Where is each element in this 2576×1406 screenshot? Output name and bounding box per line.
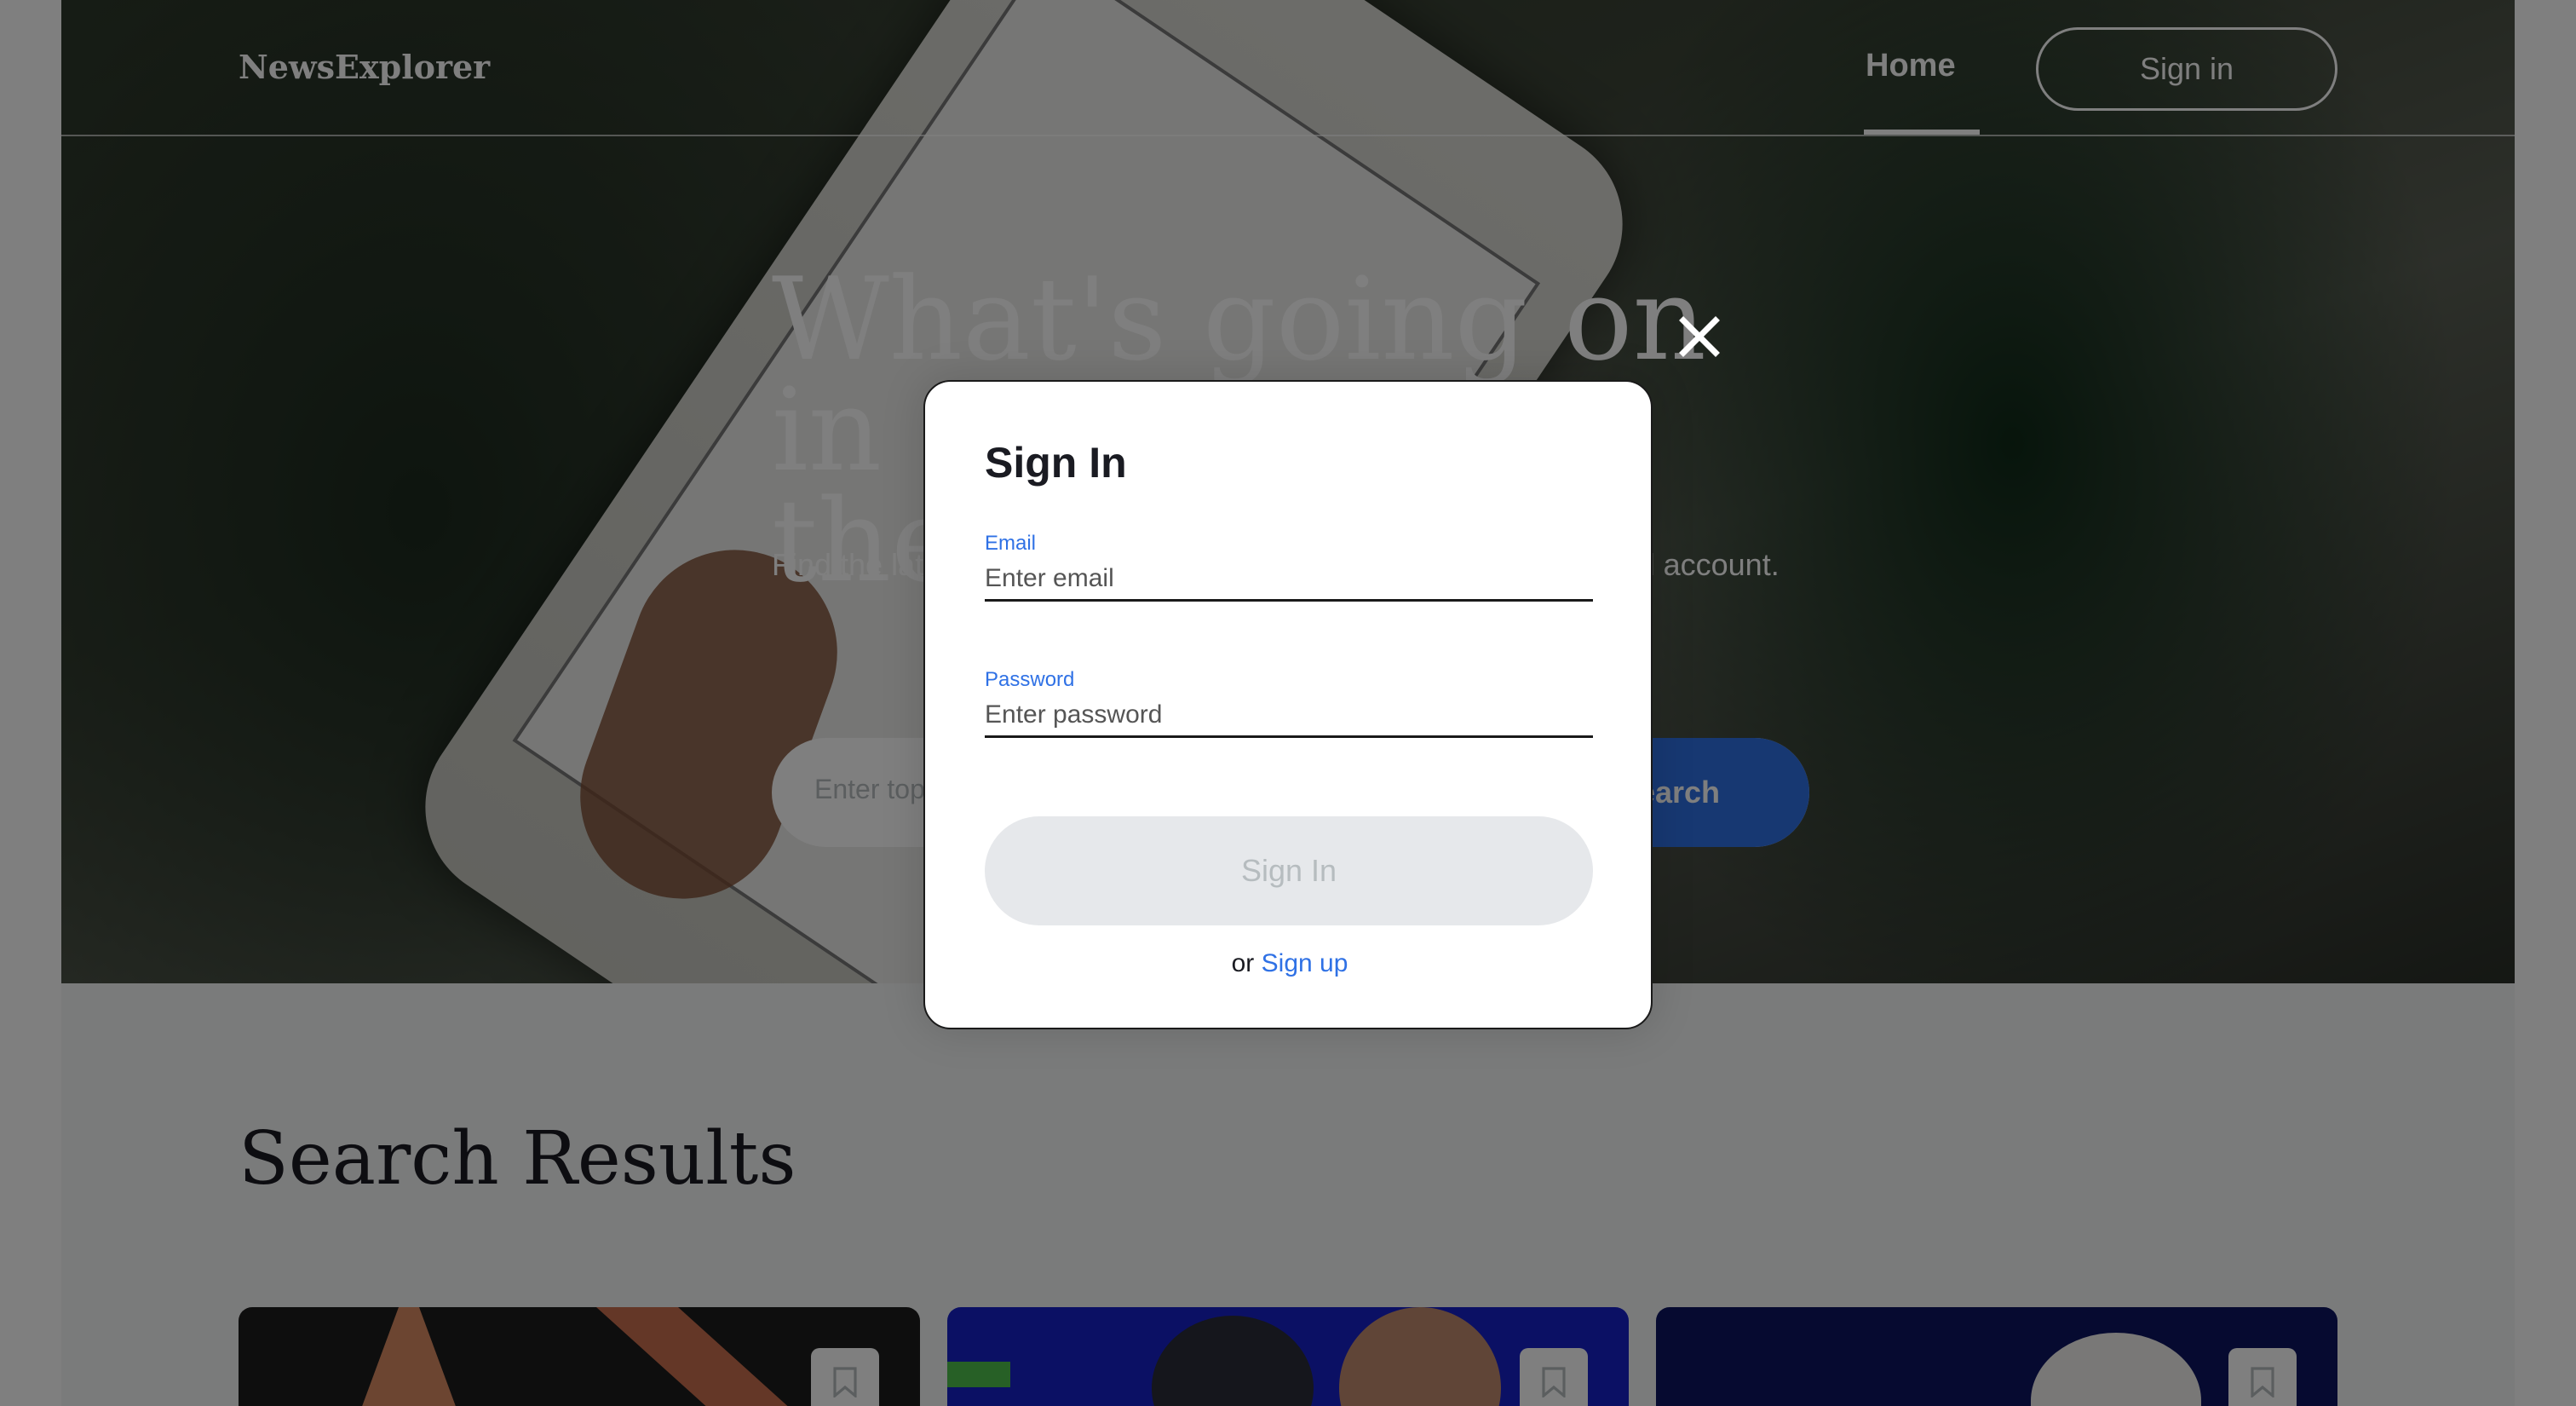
email-label: Email [985, 532, 1037, 555]
signup-prefix: or [1231, 949, 1255, 977]
close-icon [1679, 316, 1720, 357]
modal-title: Sign In [985, 439, 1127, 487]
close-modal-button[interactable] [1671, 308, 1728, 365]
password-label: Password [985, 668, 1075, 691]
signin-submit-button[interactable]: Sign In [985, 816, 1593, 925]
password-field[interactable] [985, 694, 1593, 738]
signin-modal: Sign In Email Password Sign In or Sign u… [923, 380, 1653, 1029]
email-field[interactable] [985, 557, 1593, 602]
signup-link[interactable]: Sign up [1262, 949, 1348, 977]
signup-prompt: or Sign up [925, 949, 1654, 978]
